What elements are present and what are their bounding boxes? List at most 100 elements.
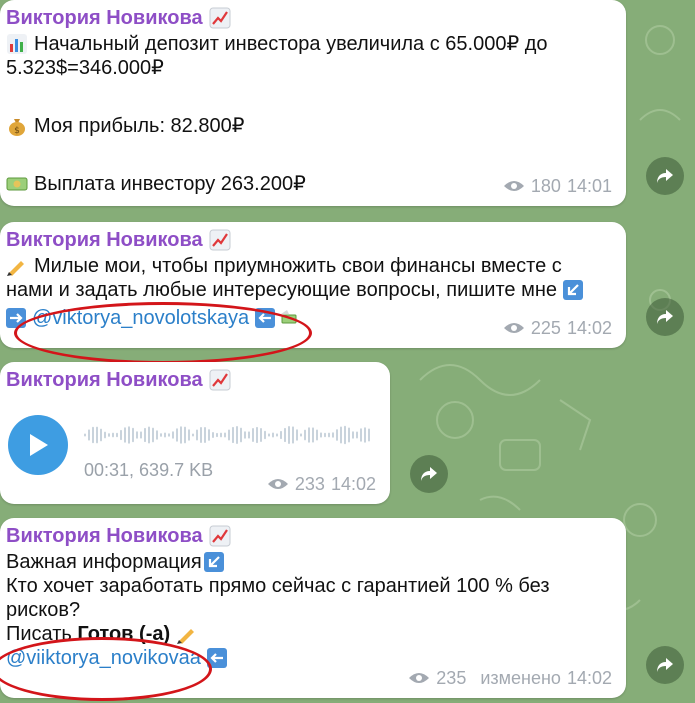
- bar-chart-icon: [7, 34, 27, 54]
- message-text: рисков?: [6, 599, 81, 621]
- message-time: 14:02: [566, 668, 612, 688]
- waveform-bar: [188, 429, 190, 441]
- voice-waveform[interactable]: [84, 418, 374, 452]
- message-text: Важная информация: [6, 551, 202, 573]
- username-link[interactable]: @viiktorya_novikovaa: [6, 646, 201, 670]
- money-bag-icon: $: [9, 119, 25, 136]
- waveform-bar: [116, 432, 118, 438]
- waveform-bar: [180, 426, 182, 444]
- message-time: 14:02: [566, 318, 612, 338]
- waveform-bar: [196, 429, 198, 441]
- waveform-bar: [88, 429, 90, 441]
- message-text: Моя прибыль: 82.800₽: [34, 115, 245, 137]
- eye-icon: [267, 479, 288, 489]
- dollar-banknote-icon: [6, 177, 28, 191]
- bold-text: Готов (-а): [77, 623, 171, 645]
- chart-increasing-icon: [209, 369, 231, 391]
- waveform-bar: [320, 432, 322, 438]
- chart-increasing-icon: [209, 7, 231, 29]
- waveform-bar: [172, 431, 174, 439]
- share-button[interactable]: [646, 298, 684, 336]
- sender-name[interactable]: Виктория Новикова: [6, 228, 616, 252]
- waveform-bar: [120, 429, 122, 441]
- waveform-bar: [296, 429, 298, 441]
- share-button[interactable]: [646, 157, 684, 195]
- arrow-left-icon: [255, 308, 276, 328]
- username-link[interactable]: @viktorya_novolotskaya: [32, 306, 249, 330]
- waveform-bar: [220, 432, 222, 438]
- waveform-bar: [156, 430, 158, 440]
- waveform-bar: [204, 427, 206, 443]
- share-button[interactable]: [646, 646, 684, 684]
- waveform-bar: [248, 431, 250, 439]
- arrow-down-left-icon: [563, 280, 584, 300]
- waveform-bar: [280, 430, 282, 440]
- waveform-bar: [352, 431, 354, 439]
- message-text: 5.323$=346.000₽: [6, 57, 164, 79]
- waveform-bar: [348, 427, 350, 443]
- eye-icon: [409, 673, 430, 683]
- waveform-bar: [316, 429, 318, 441]
- waveform-bar: [304, 429, 306, 441]
- arrow-down-left-icon: [203, 552, 224, 572]
- message-text: Милые мои, чтобы приумножить свои финанс…: [34, 255, 562, 277]
- waveform-bar: [92, 426, 94, 444]
- chart-increasing-icon: [209, 229, 231, 251]
- voice-message-bubble[interactable]: Виктория Новикова 00:31, 639.7 KB 233 14…: [0, 362, 390, 504]
- waveform-bar: [144, 427, 146, 443]
- message-line: Милые мои, чтобы приумножить свои финанс…: [6, 254, 616, 278]
- waveform-bar: [96, 426, 98, 444]
- waveform-bar: [168, 433, 170, 437]
- writing-hand-icon: [177, 629, 195, 644]
- waveform-bar: [208, 429, 210, 441]
- arrow-left-icon: [206, 648, 227, 668]
- sender-name[interactable]: Виктория Новикова: [6, 368, 380, 392]
- message-meta: 233 14:02: [267, 472, 376, 496]
- waveform-bar: [292, 426, 294, 444]
- waveform-bar: [284, 427, 286, 443]
- waveform-bar: [164, 432, 166, 438]
- message-text: Выплата инвестору 263.200₽: [34, 173, 306, 195]
- waveform-bar: [276, 433, 278, 437]
- waveform-bar: [364, 427, 366, 443]
- waveform-bar: [100, 428, 102, 442]
- waveform-bar: [128, 426, 130, 444]
- play-button[interactable]: [8, 415, 68, 475]
- message-text: Начальный депозит инвестора увеличила с …: [34, 33, 548, 55]
- message-time: 14:02: [330, 474, 376, 494]
- message-line: рисков?: [6, 598, 616, 622]
- message-bubble[interactable]: Виктория Новикова Милые мои, чтобы приум…: [0, 222, 626, 348]
- svg-text:$: $: [14, 126, 20, 136]
- message-bubble[interactable]: Виктория Новикова Важная информация Кто …: [0, 518, 626, 698]
- waveform-bar: [272, 432, 274, 438]
- waveform-bar: [356, 431, 358, 439]
- waveform-bar: [140, 431, 142, 439]
- waveform-bar: [340, 426, 342, 444]
- waveform-bar: [328, 432, 330, 438]
- waveform-bar: [368, 428, 370, 442]
- share-button[interactable]: [410, 455, 448, 493]
- message-bubble[interactable]: Виктория Новикова Начальный депозит инве…: [0, 0, 626, 206]
- message-meta: 180 14:01: [503, 174, 612, 198]
- waveform-bar: [108, 433, 110, 437]
- share-icon: [657, 310, 673, 324]
- edited-label: изменено: [480, 668, 561, 688]
- sender-name[interactable]: Виктория Новикова: [6, 524, 616, 548]
- message-line: Писать Готов (-а): [6, 622, 616, 646]
- waveform-bar: [244, 431, 246, 439]
- waveform-bar: [228, 429, 230, 441]
- waveform-bar: [260, 428, 262, 442]
- waveform-bar: [308, 427, 310, 443]
- message-line: Важная информация: [6, 550, 616, 574]
- sender-label: Виктория Новикова: [6, 525, 203, 547]
- view-count: 233: [294, 474, 325, 494]
- sender-label: Виктория Новикова: [6, 369, 203, 391]
- view-count: 225: [530, 318, 561, 338]
- waveform-bar: [136, 431, 138, 439]
- waveform-bar: [236, 425, 238, 445]
- message-line: нами и задать любые интересующие вопросы…: [6, 278, 616, 302]
- message-line: $ Моя прибыль: 82.800₽: [6, 114, 616, 138]
- message-time: 14:01: [566, 176, 612, 196]
- sender-name[interactable]: Виктория Новикова: [6, 6, 616, 30]
- message-text: Писать: [6, 623, 78, 645]
